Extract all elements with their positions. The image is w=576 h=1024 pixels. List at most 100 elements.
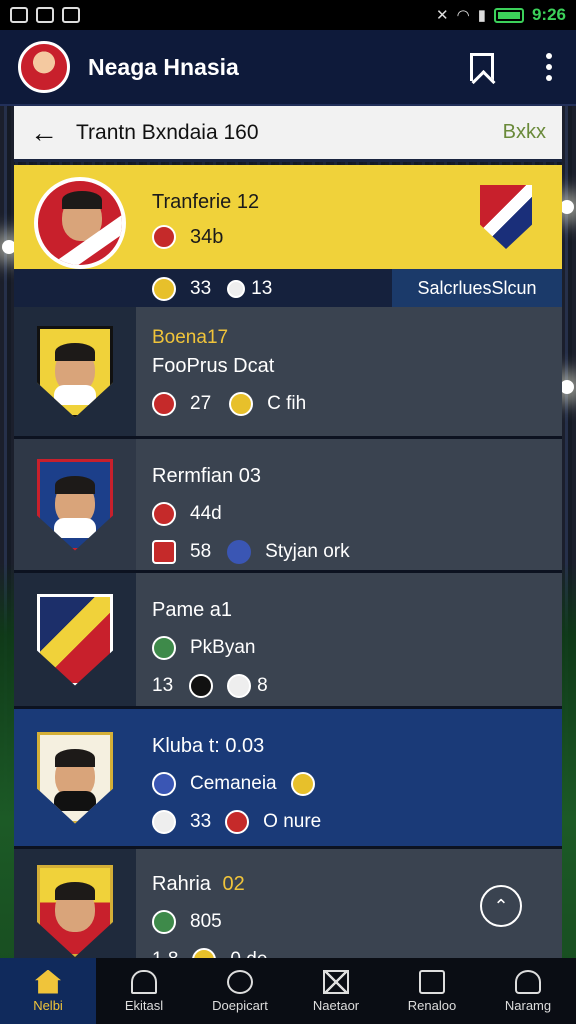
stat-value: 13: [251, 278, 273, 299]
card-info: Pame a1 PkByan 13 8: [122, 573, 562, 798]
stat-value: 27: [190, 393, 212, 414]
chat-icon: [419, 969, 445, 994]
player-name-accent: 02: [222, 873, 245, 895]
player-name: Tranferie 12: [152, 191, 260, 213]
player-card[interactable]: Boena17 FooPrus Dcat 27 C fih: [14, 307, 562, 517]
nav-label: Nelbi: [33, 997, 63, 1013]
bottom-navigation: Nelbi Ekitasl Doepicart Naetaor Renaloo …: [0, 958, 576, 1024]
status-left-icons: [10, 7, 80, 23]
notification-icon: [36, 7, 54, 23]
stat-value: 33: [190, 811, 212, 832]
nav-item-messages[interactable]: Naetaor: [288, 958, 384, 1024]
mail-icon: [323, 969, 349, 994]
club-icon: [152, 392, 176, 416]
battery-icon: [493, 7, 524, 23]
club-icon: [152, 225, 176, 249]
player-name: Kluba t: 0.03: [152, 735, 265, 757]
stat-value: PkByan: [190, 637, 256, 658]
stat-value: 805: [190, 911, 222, 932]
nav-label: Renaloo: [407, 997, 457, 1013]
player-name-text: Rahria: [152, 873, 211, 895]
card-info: Kluba t: 0.03 Cemaneia 33 O nure: [122, 709, 562, 939]
shirt-icon: [152, 540, 176, 564]
stat-value: 44d: [190, 503, 222, 524]
nav-label: Doepicart: [212, 997, 268, 1013]
bird-icon: [227, 540, 252, 564]
status-bar: ✕ ◠ ▮ 9:26: [0, 0, 576, 30]
player-face: [55, 882, 95, 932]
card-crest-area: [14, 573, 136, 706]
ball-icon: [152, 810, 176, 834]
stat-row: 33 13: [152, 277, 272, 301]
stat-value: 58: [190, 541, 212, 562]
app-title: Neaga Hnasia: [88, 53, 239, 80]
kit-icon: [229, 392, 254, 416]
player-jersey: [54, 384, 96, 405]
stat-row: PkByan: [152, 636, 562, 660]
stat-row: 58 Styjan ork: [152, 540, 562, 564]
bookmark-icon[interactable]: [470, 53, 494, 81]
card-info: Boena17 FooPrus Dcat 27 C fih: [122, 307, 562, 517]
nav-label: Ekitasl: [124, 997, 164, 1013]
player-card[interactable]: Pame a1 PkByan 13 8: [14, 573, 562, 798]
profile-avatar[interactable]: [18, 41, 70, 93]
stat-row: Cemaneia: [152, 772, 562, 796]
profile-icon: [515, 969, 541, 994]
clock-icon: [227, 969, 253, 994]
player-card[interactable]: Rahria 02 805 1.8 0 de ⌃: [14, 849, 562, 972]
card-crest-area: [14, 849, 136, 958]
player-card[interactable]: Rermfian 03 44d 58 Styjan ork: [14, 439, 562, 663]
player-shield: [37, 458, 113, 551]
player-name: FooPrus Dcat: [152, 355, 275, 377]
player-card-selected[interactable]: Tranferie 12 34b 33 13 SalcrluesSlcun: [14, 165, 562, 307]
card-crest-area: [14, 307, 136, 436]
back-arrow-icon[interactable]: ←: [30, 118, 58, 147]
nav-item-schedule[interactable]: Doepicart: [192, 958, 288, 1024]
club-icon: [225, 810, 250, 834]
bell-icon: [131, 969, 157, 994]
status-right-icons: ✕ ◠ ▮ 9:26: [436, 5, 566, 25]
card-info: Rahria 02 805 1.8 0 de ⌃: [136, 849, 562, 972]
club-icon: [152, 910, 176, 934]
coin-icon: [152, 277, 176, 301]
player-list-panel: ← Trantn Bxndaia 160 Bxkx Tranferie 12 3…: [14, 106, 562, 972]
card-title: Boena17: [152, 327, 229, 348]
home-icon: [35, 969, 61, 994]
card-crest-area: [14, 709, 136, 846]
club-icon: [152, 772, 176, 796]
info-icon: [290, 772, 315, 796]
stat-value: 33: [190, 278, 212, 299]
stat-value: 13: [152, 675, 174, 696]
sub-header-title: Trantn Bxndaia 160: [76, 120, 259, 144]
stat-value: 34b: [190, 225, 224, 248]
club-icon: [152, 636, 176, 660]
stat-row: 33 O nure: [152, 810, 562, 834]
notification-icon: [62, 7, 80, 23]
player-card[interactable]: Kluba t: 0.03 Cemaneia 33 O nure: [14, 709, 562, 939]
player-shield: [37, 865, 113, 957]
stat-row: 44d: [152, 502, 562, 526]
more-options-icon[interactable]: [546, 53, 552, 81]
player-avatar: [34, 177, 126, 269]
signal-icon: ▮: [477, 7, 486, 24]
nav-item-chat[interactable]: Renaloo: [384, 958, 480, 1024]
player-name: Pame a1: [152, 599, 233, 621]
stat-value: O nure: [263, 811, 322, 832]
stat-row: 34b: [152, 225, 223, 249]
expand-icon[interactable]: ⌃: [480, 885, 522, 927]
club-shield: [37, 593, 113, 686]
rating-icon: [227, 280, 246, 298]
player-shield: [37, 325, 113, 418]
nav-item-profile[interactable]: Naramg: [480, 958, 576, 1024]
sub-header: ← Trantn Bxndaia 160 Bxkx: [14, 106, 562, 162]
player-shield: [37, 731, 113, 824]
select-button[interactable]: SalcrluesSlcun: [392, 269, 562, 307]
floodlight: [560, 380, 574, 394]
nav-item-alerts[interactable]: Ekitasl: [96, 958, 192, 1024]
rating-icon: [227, 674, 252, 698]
player-name: Rermfian 03: [152, 465, 261, 487]
player-jersey: [54, 790, 96, 811]
nav-item-home[interactable]: Nelbi: [0, 958, 96, 1024]
sub-header-action[interactable]: Bxkx: [503, 121, 546, 144]
ball-icon: [189, 674, 214, 698]
